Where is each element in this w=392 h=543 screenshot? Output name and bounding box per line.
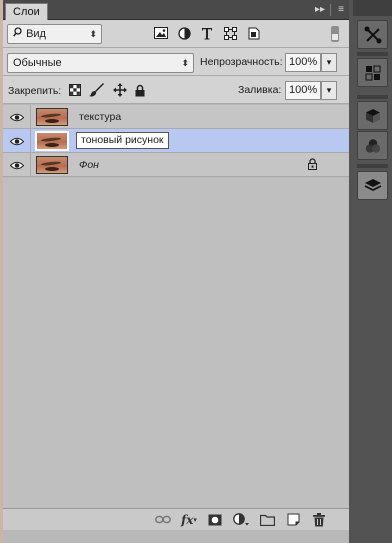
3d-icon[interactable] bbox=[357, 58, 388, 87]
new-group-icon[interactable] bbox=[259, 512, 275, 528]
fill-input[interactable]: 100% bbox=[285, 81, 321, 100]
lock-label: Закрепить: bbox=[8, 85, 62, 97]
tab-layers[interactable]: Слои bbox=[5, 3, 48, 20]
layer-name-edit-field[interactable]: тоновый рисунок bbox=[76, 132, 169, 149]
lock-image-pixels-icon[interactable] bbox=[89, 83, 105, 100]
shape-layer-filter-icon[interactable] bbox=[222, 25, 238, 41]
layer-row-tone-drawing[interactable]: тоновый рисунок bbox=[3, 129, 349, 153]
layer-mask-icon[interactable] bbox=[207, 512, 223, 528]
blend-mode-select[interactable]: Обычные ⬍ bbox=[7, 53, 194, 73]
filter-kind-label: Вид bbox=[26, 28, 46, 40]
layers-empty-area bbox=[3, 178, 349, 508]
lock-position-icon[interactable] bbox=[113, 83, 127, 100]
panel-dock bbox=[353, 0, 392, 543]
pixel-layer-filter-icon[interactable] bbox=[153, 25, 169, 41]
double-chevron-right-icon[interactable]: ▸▸ bbox=[312, 0, 328, 20]
visibility-eye-icon[interactable] bbox=[3, 153, 31, 177]
search-icon bbox=[13, 25, 23, 43]
layers-bottom-toolbar: fx ▾ bbox=[3, 508, 349, 530]
panel-tab-bar: Слои ▸▸ ≡ bbox=[3, 0, 349, 20]
visibility-eye-icon[interactable] bbox=[3, 105, 31, 129]
layer-thumbnail[interactable] bbox=[36, 156, 68, 174]
smart-object-filter-icon[interactable] bbox=[245, 25, 261, 41]
delete-layer-icon[interactable] bbox=[311, 512, 327, 528]
updown-arrows-icon: ⬍ bbox=[89, 29, 97, 39]
lock-all-icon[interactable] bbox=[135, 84, 145, 100]
fill-dropdown-icon[interactable]: ▾ bbox=[321, 81, 337, 100]
layer-row-texture[interactable]: текстура bbox=[3, 105, 349, 129]
layer-name[interactable]: текстура bbox=[79, 111, 121, 123]
visibility-eye-icon[interactable] bbox=[3, 129, 31, 153]
lock-transparent-pixels-icon[interactable] bbox=[69, 84, 81, 99]
link-layers-icon[interactable] bbox=[155, 512, 171, 528]
blend-mode-value: Обычные bbox=[13, 57, 62, 69]
filter-kind-select[interactable]: Вид ⬍ bbox=[7, 24, 102, 44]
lock-row: Закрепить: Заливка: 100% ▾ bbox=[3, 76, 349, 104]
layer-row-background[interactable]: Фон bbox=[3, 153, 349, 177]
layer-thumbnail[interactable] bbox=[35, 131, 69, 151]
fx-icon[interactable]: fx ▾ bbox=[181, 512, 197, 528]
layer-name[interactable]: Фон bbox=[79, 159, 99, 171]
type-layer-filter-icon[interactable] bbox=[199, 25, 215, 41]
cube-icon[interactable] bbox=[357, 101, 388, 130]
opacity-label: Непрозрачность: bbox=[200, 56, 283, 68]
adjustment-layer-icon[interactable] bbox=[233, 512, 249, 528]
filter-row: Вид ⬍ bbox=[3, 20, 349, 48]
channels-icon[interactable] bbox=[357, 131, 388, 160]
new-layer-icon[interactable] bbox=[285, 512, 301, 528]
tools-icon[interactable] bbox=[357, 20, 388, 49]
layer-thumbnail[interactable] bbox=[36, 108, 68, 126]
opacity-dropdown-icon[interactable]: ▾ bbox=[321, 53, 337, 72]
blend-row: Обычные ⬍ Непрозрачность: 100% ▾ bbox=[3, 48, 349, 76]
opacity-input[interactable]: 100% bbox=[285, 53, 321, 72]
dock-header bbox=[353, 0, 392, 16]
layer-lock-icon bbox=[308, 158, 317, 173]
layers-panel: Слои ▸▸ ≡ Вид ⬍ Обычные ⬍ Непрозрачность… bbox=[3, 0, 349, 543]
panel-resize-area[interactable] bbox=[3, 530, 349, 543]
layers-list: текстура тоновый рисунок Фон bbox=[3, 105, 349, 177]
adjustment-layer-filter-icon[interactable] bbox=[176, 25, 192, 41]
layers-icon[interactable] bbox=[357, 171, 388, 200]
panel-menu-icon[interactable]: ≡ bbox=[333, 0, 349, 20]
fill-label: Заливка: bbox=[238, 84, 282, 96]
filter-toggle-switch[interactable] bbox=[331, 26, 339, 42]
updown-arrows-icon: ⬍ bbox=[181, 58, 189, 68]
